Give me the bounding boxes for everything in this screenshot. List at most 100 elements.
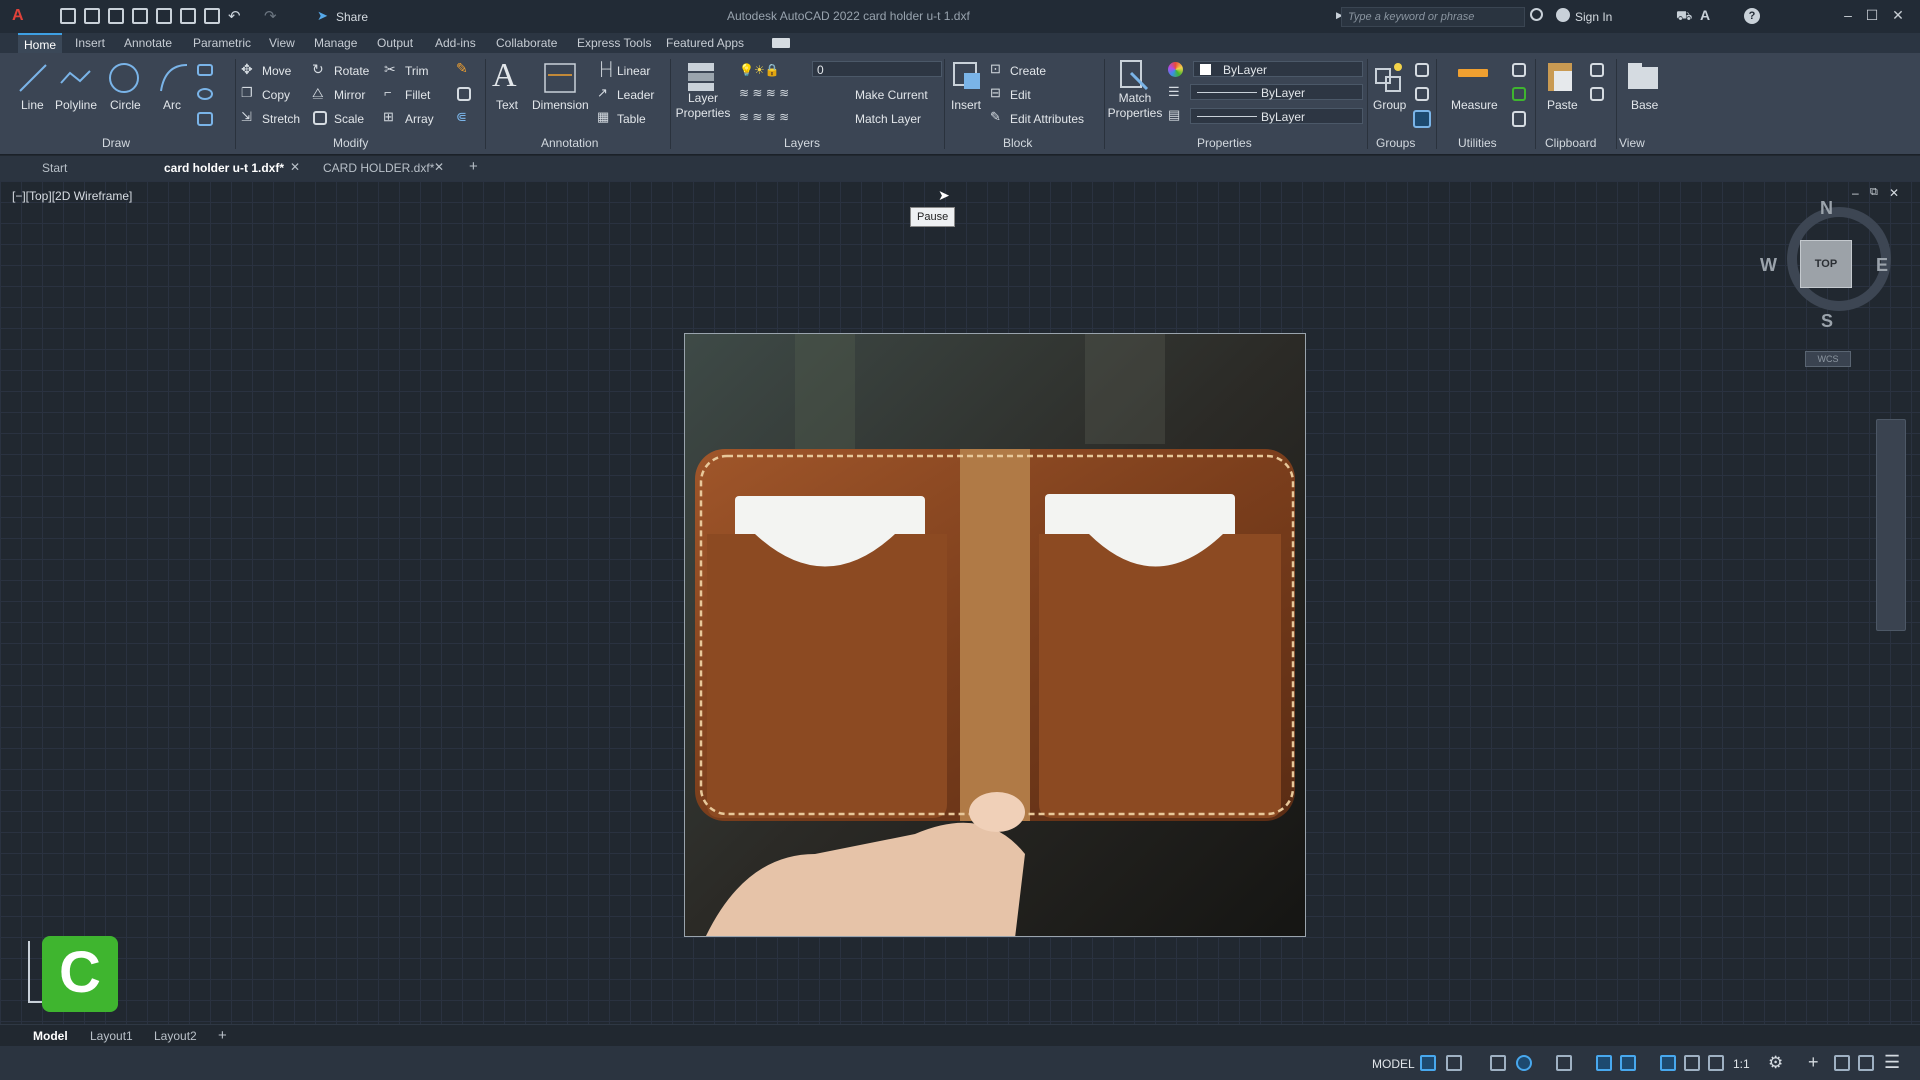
calculator-icon[interactable] — [1512, 111, 1526, 127]
line-button[interactable]: Line — [21, 98, 44, 112]
viewport-restore-icon[interactable]: ⧉ — [1870, 186, 1878, 199]
fillet-button[interactable]: Fillet — [405, 88, 430, 102]
save-as-icon[interactable] — [132, 8, 148, 24]
tab-insert[interactable]: Insert — [75, 36, 105, 50]
layout-tab-model[interactable]: Model — [33, 1029, 68, 1043]
color-wheel-icon[interactable] — [1168, 62, 1183, 77]
measure-icon[interactable] — [1458, 69, 1488, 77]
hardware-acceleration-icon[interactable] — [1834, 1055, 1850, 1071]
text-button[interactable]: Text — [496, 98, 518, 112]
linetype-icon[interactable]: ▤ — [1168, 107, 1180, 123]
autocad-logo-icon[interactable]: A — [12, 7, 30, 25]
stretch-icon[interactable]: ⇲ — [241, 109, 252, 125]
mirror-icon[interactable]: ⧋ — [312, 85, 324, 101]
viewcube-top-face[interactable]: TOP — [1800, 240, 1852, 288]
search-icon[interactable] — [1530, 8, 1543, 21]
auto-scale-icon[interactable] — [1684, 1055, 1700, 1071]
add-icon[interactable]: + — [1808, 1052, 1819, 1073]
polyline-icon[interactable] — [58, 61, 92, 95]
base-button[interactable]: Base — [1631, 98, 1658, 112]
object-snap-icon[interactable] — [1620, 1055, 1636, 1071]
insert-block-icon[interactable] — [950, 59, 984, 95]
grid-icon[interactable] — [1420, 1055, 1436, 1071]
help-icon[interactable]: ? — [1744, 8, 1760, 24]
user-icon[interactable] — [1556, 8, 1570, 22]
group-select-icon[interactable] — [1413, 110, 1431, 128]
leader-icon[interactable]: ↗ — [597, 85, 608, 101]
dimension-icon[interactable] — [542, 61, 578, 95]
ortho-icon[interactable] — [1490, 1055, 1506, 1071]
lineweight-icon[interactable]: ☰ — [1168, 84, 1180, 100]
block-panel-title[interactable]: Block — [1003, 136, 1032, 150]
publish-icon[interactable] — [156, 8, 172, 24]
edit-attributes-button[interactable]: Edit Attributes — [1010, 112, 1084, 126]
tab-add-ins[interactable]: Add-ins — [435, 36, 476, 50]
navigation-bar[interactable] — [1876, 419, 1906, 631]
arc-icon[interactable] — [157, 61, 191, 95]
group-edit-icon[interactable] — [1415, 87, 1429, 101]
groups-panel-title[interactable]: Groups — [1376, 136, 1415, 150]
drawing-canvas[interactable]: [−][Top][2D Wireframe] – ⧉ ✕ ➤ Pause TOP… — [0, 181, 1920, 1024]
customization-menu-icon[interactable]: ☰ — [1884, 1052, 1900, 1073]
properties-panel-title[interactable]: Properties — [1197, 136, 1252, 150]
compass-east[interactable]: E — [1876, 255, 1888, 276]
fillet-icon[interactable]: ⌐ — [384, 85, 392, 100]
layer-tools-icon[interactable]: ≋ ≋ ≋ ≋ — [739, 86, 789, 100]
layers-panel-title[interactable]: Layers — [784, 136, 820, 150]
move-button[interactable]: Move — [262, 64, 291, 78]
compass-west[interactable]: W — [1760, 255, 1777, 276]
edit-block-icon[interactable]: ⊟ — [990, 85, 1001, 101]
tab-output[interactable]: Output — [377, 36, 413, 50]
cut-clip-icon[interactable] — [1590, 87, 1604, 101]
rectangle-icon[interactable] — [197, 64, 213, 76]
search-input[interactable]: Type a keyword or phrase — [1341, 7, 1525, 27]
paste-button[interactable]: Paste — [1547, 98, 1578, 112]
open-file-icon[interactable] — [84, 8, 100, 24]
table-icon[interactable]: ▦ — [597, 109, 609, 125]
object-snap-tracking-icon[interactable] — [1596, 1055, 1612, 1071]
scale-button[interactable]: Scale — [334, 112, 364, 126]
model-space-button[interactable]: MODEL — [1372, 1057, 1415, 1071]
plot-icon[interactable] — [180, 8, 196, 24]
tab-featured-apps[interactable]: Featured Apps — [666, 36, 744, 50]
trim-button[interactable]: Trim — [405, 64, 429, 78]
copy-button[interactable]: Copy — [262, 88, 290, 102]
scale-icon[interactable] — [313, 111, 327, 125]
add-layout-icon[interactable]: + — [218, 1027, 227, 1044]
table-button[interactable]: Table — [617, 112, 646, 126]
settings-gear-icon[interactable]: ⚙ — [1768, 1053, 1783, 1073]
redo-icon[interactable]: ↷ — [264, 7, 277, 25]
close-tab-icon[interactable]: ✕ — [434, 160, 444, 174]
group-icon[interactable] — [1373, 61, 1405, 95]
stretch-button[interactable]: Stretch — [262, 112, 300, 126]
viewport-controls[interactable]: [−][Top][2D Wireframe] — [12, 189, 132, 203]
base-view-icon[interactable] — [1626, 61, 1660, 93]
layer-properties-button[interactable]: Layer Properties — [675, 91, 731, 121]
tab-view[interactable]: View — [269, 36, 295, 50]
match-properties-button[interactable]: Match Properties — [1105, 91, 1165, 121]
snap-icon[interactable] — [1446, 1055, 1462, 1071]
match-layer-button[interactable]: Match Layer — [855, 112, 921, 126]
measure-button[interactable]: Measure — [1451, 98, 1498, 112]
layer-state-icon[interactable]: 💡☀🔒 — [739, 63, 780, 77]
arc-button[interactable]: Arc — [163, 98, 181, 112]
offset-icon[interactable]: ⋐ — [456, 109, 467, 125]
linear-button[interactable]: Linear — [617, 64, 650, 78]
compass-north[interactable]: N — [1820, 198, 1833, 219]
tab-express-tools[interactable]: Express Tools — [577, 36, 651, 50]
scale-dropdown[interactable]: 1:1 — [1733, 1057, 1750, 1071]
share-icon[interactable]: ➤ — [317, 8, 328, 24]
tab-collaborate[interactable]: Collaborate — [496, 36, 557, 50]
leader-button[interactable]: Leader — [617, 88, 654, 102]
lineweight-dropdown[interactable]: ByLayer — [1190, 84, 1363, 100]
quick-select-icon[interactable] — [1512, 87, 1526, 101]
autodesk-app-icon[interactable]: A — [1700, 7, 1710, 23]
tab-manage[interactable]: Manage — [314, 36, 357, 50]
minimize-button[interactable]: – — [1838, 7, 1858, 25]
array-button[interactable]: Array — [405, 112, 434, 126]
isodraft-icon[interactable] — [1556, 1055, 1572, 1071]
layer-properties-icon[interactable] — [684, 59, 720, 95]
move-icon[interactable]: ✥ — [241, 61, 253, 78]
array-icon[interactable]: ⊞ — [383, 109, 394, 125]
print-icon[interactable] — [204, 8, 220, 24]
